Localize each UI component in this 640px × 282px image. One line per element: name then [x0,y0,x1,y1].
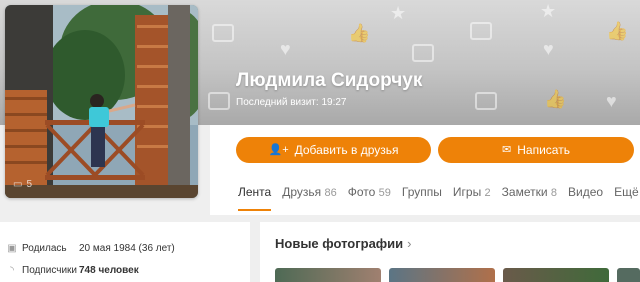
heart-pattern-icon: ♥ [606,91,617,111]
star-pattern-icon: ★ [390,3,407,23]
star-pattern-icon: ★ [540,1,557,21]
new-photos-title[interactable]: Новые фотографии › [275,236,412,251]
camera-pattern-icon [412,44,434,62]
subscribers-value: 748 человек [79,265,139,276]
profile-name: Людмила Сидорчук [236,70,423,91]
like-pattern-icon: 👍 [348,23,371,43]
photo-icon: ▭ [13,179,23,190]
photo-thumbnail[interactable] [503,268,609,282]
birthday-value: 20 мая 1984 (36 лет) [79,243,175,254]
chevron-right-icon: › [407,236,412,251]
tab-more[interactable]: Ещё [614,185,639,199]
calendar-icon: ▣ [7,243,17,254]
subscribers-row[interactable]: ◝ Подписчики 748 человек [6,265,139,276]
avatar[interactable]: ▭ 5 [5,5,198,198]
envelope-icon: ✉ [502,143,512,156]
last-visit: Последний визит: 19:27 [236,97,347,108]
tab-notes[interactable]: Заметки 8 [502,185,557,199]
like-pattern-icon: 👍 [544,89,567,109]
heart-pattern-icon: ♥ [280,39,291,59]
photo-thumbnail[interactable] [617,268,640,282]
tab-groups[interactable]: Группы [402,185,442,199]
tab-video[interactable]: Видео [568,185,603,199]
tab-photos[interactable]: Фото 59 [348,185,391,199]
rss-icon: ◝ [10,265,14,276]
avatar-photo-counter: ▭ 5 [13,179,33,190]
add-user-icon: 👤+ [268,143,289,156]
like-pattern-icon: 👍 [606,21,629,41]
write-message-button[interactable]: ✉ Написать [438,137,634,163]
subscribers-label: Подписчики [22,265,78,276]
heart-pattern-icon: ♥ [543,39,554,59]
avatar-photo [5,5,198,198]
photo-pattern-icon [475,92,497,110]
tab-friends[interactable]: Друзья 86 [282,185,337,199]
birthday-label: Родилась [22,243,67,254]
birthday-row: ▣ Родилась 20 мая 1984 (36 лет) [6,243,175,254]
photo-thumbnail[interactable] [389,268,495,282]
add-friend-button[interactable]: 👤+ Добавить в друзья [236,137,431,163]
photo-thumbnail[interactable] [275,268,381,282]
profile-tabs: Лента Друзья 86 Фото 59 Группы Игры 2 За… [238,185,640,211]
photo-pattern-icon [470,22,492,40]
new-photos-card: Новые фотографии › [260,222,640,282]
tab-games[interactable]: Игры 2 [453,185,491,199]
profile-info-card: ▣ Родилась 20 мая 1984 (36 лет) ◝ Подпис… [0,222,250,282]
tab-feed[interactable]: Лента [238,185,272,211]
camera-pattern-icon [208,92,230,110]
photo-pattern-icon [212,24,234,42]
